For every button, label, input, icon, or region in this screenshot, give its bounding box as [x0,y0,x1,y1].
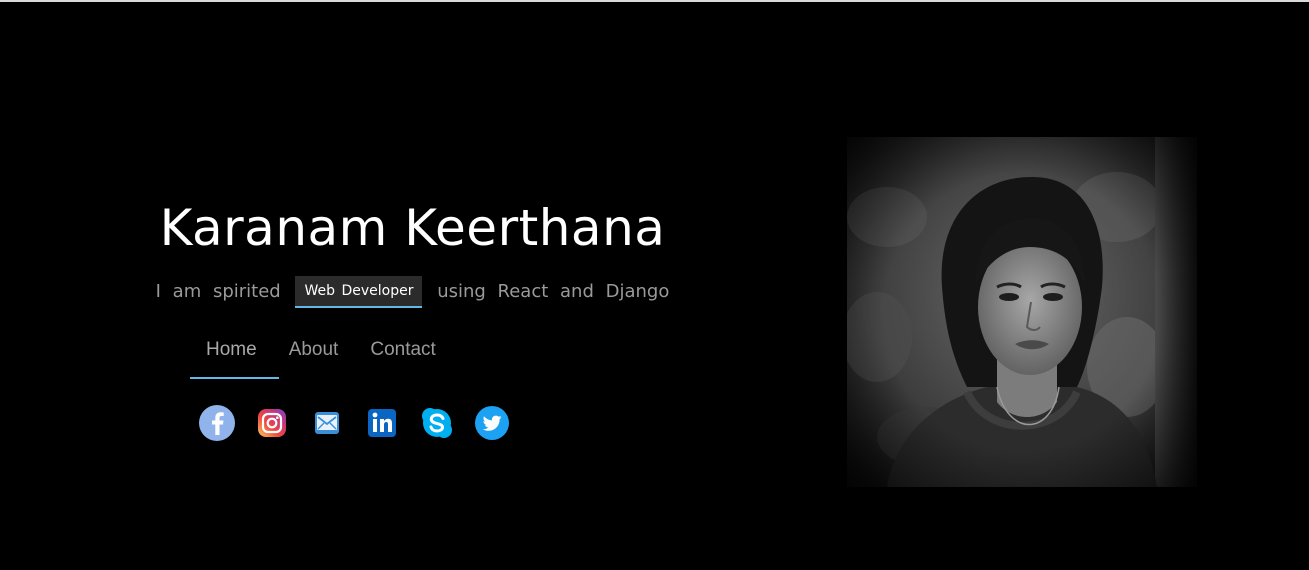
email-icon [315,412,339,434]
nav-home-link[interactable]: Home [190,337,279,379]
social-links [198,404,511,442]
twitter-link[interactable] [473,404,511,442]
linkedin-icon [368,409,396,437]
main-nav: Home About Contact [190,337,452,379]
top-border [0,0,1309,2]
skype-link[interactable] [418,404,456,442]
nav-home-label: Home [206,339,257,360]
tagline-prefix: I am spirited [155,281,281,302]
skype-icon [422,408,452,438]
facebook-link[interactable] [198,404,236,442]
nav-about-label: About [288,339,339,360]
profile-photo [847,137,1197,487]
nav-contact-label: Contact [370,339,436,360]
twitter-icon [475,406,509,440]
email-link[interactable] [308,404,346,442]
hero-intro: Karanam Keerthana I am spirited Web Deve… [150,190,675,441]
tagline: I am spirited Web Developer using React … [150,276,675,308]
nav-contact-link[interactable]: Contact [354,337,451,379]
nav-active-underline [190,377,279,379]
instagram-icon [258,409,286,437]
linkedin-link[interactable] [363,404,401,442]
nav-about-link[interactable]: About [273,337,355,379]
tagline-suffix: using React and Django [437,281,670,302]
facebook-icon [199,405,235,441]
profile-name: Karanam Keerthana [159,199,666,257]
portrait-image [847,137,1197,487]
instagram-link[interactable] [253,404,291,442]
tagline-highlight-role: Web Developer [295,276,423,308]
